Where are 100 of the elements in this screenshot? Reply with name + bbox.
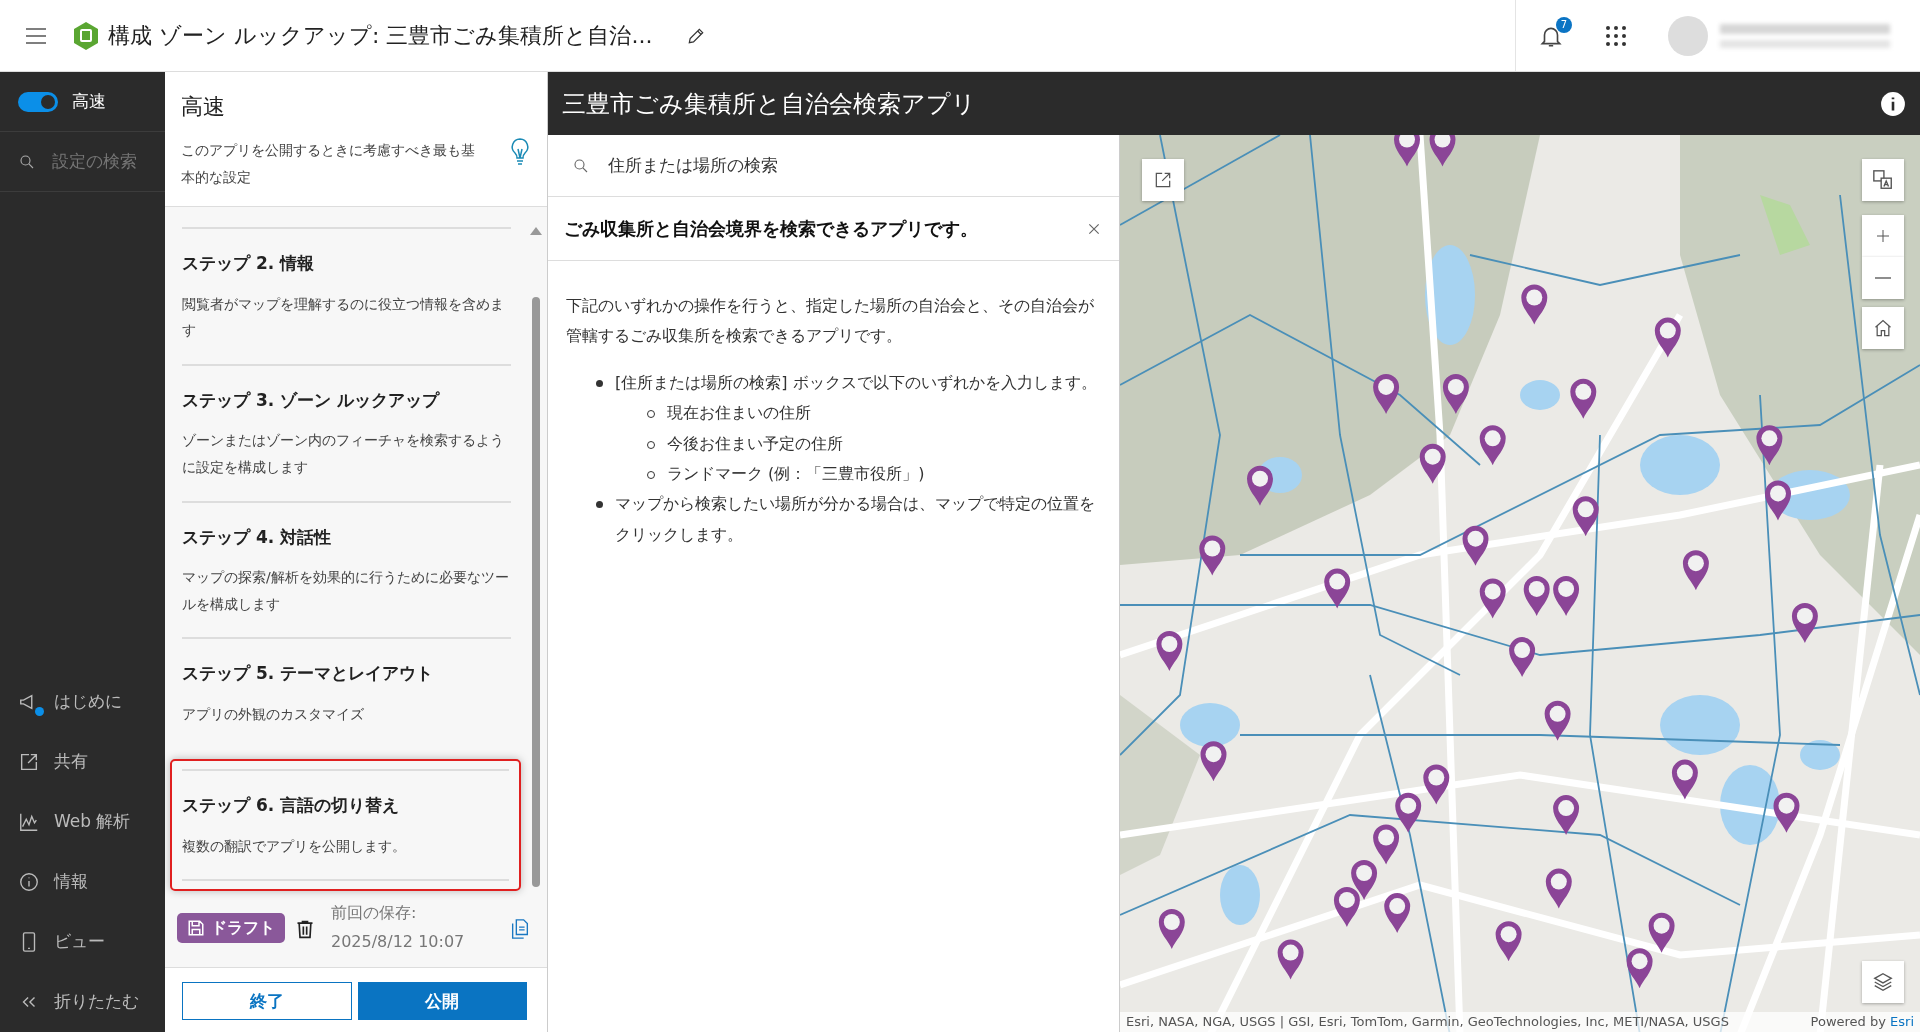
share-button[interactable] — [1142, 159, 1184, 201]
app-logo-icon — [72, 20, 100, 51]
sidebar-item[interactable]: はじめに — [0, 672, 165, 732]
minus-icon — [1875, 277, 1891, 279]
step-description: 閲覧者がマップを理解するのに役立つ情報を含めます — [182, 294, 505, 341]
step-title: ステップ 6. 言語の切り替え — [182, 794, 401, 818]
lightbulb-icon — [509, 137, 531, 167]
step-title: ステップ 3. ゾーン ルックアップ — [182, 388, 441, 412]
translate-button[interactable] — [1862, 159, 1904, 201]
panel-title: 高速 — [181, 93, 226, 121]
map-pin[interactable] — [1395, 792, 1422, 833]
step-title: ステップ 4. 対話性 — [182, 525, 333, 549]
toggle-label: 高速 — [72, 89, 106, 113]
notification-badge: 7 — [1556, 16, 1572, 33]
publish-button[interactable]: 公開 — [357, 982, 527, 1020]
map-pin[interactable] — [1626, 948, 1653, 989]
bullet-icon — [596, 379, 603, 387]
esri-link[interactable]: Esri — [1890, 1014, 1914, 1030]
info-icon — [18, 871, 40, 893]
home-button[interactable] — [1862, 307, 1904, 349]
map-pin[interactable] — [1521, 284, 1548, 325]
map-pin[interactable] — [1553, 575, 1580, 616]
map-pin[interactable] — [1158, 909, 1185, 949]
map-pin[interactable] — [1765, 480, 1791, 521]
map-pin[interactable] — [1277, 939, 1304, 980]
search-icon — [572, 156, 590, 175]
copy-button[interactable] — [509, 916, 531, 941]
map-pin[interactable] — [1495, 921, 1522, 962]
map-pin[interactable] — [1756, 425, 1783, 466]
map-pin[interactable] — [1324, 568, 1351, 609]
last-saved-label: 前回の保存: — [331, 902, 418, 925]
intro-paragraph: 下記のいずれかの操作を行うと、指定した場所の自治会と、その自治会が管轄するごみ収集所を検索できるアプリです。 — [566, 295, 1095, 348]
map-pin[interactable] — [1509, 637, 1536, 678]
map-pin[interactable] — [1479, 578, 1506, 619]
plus-icon — [1875, 228, 1891, 244]
map-pin[interactable] — [1479, 425, 1506, 466]
map-pin[interactable] — [1462, 525, 1489, 566]
translate-icon — [1872, 169, 1894, 191]
settings-step[interactable]: ステップ 3. ゾーン ルックアップ ゾーンまたはゾーン内のフィーチャを検索するように設定を構成します — [182, 363, 511, 501]
settings-step[interactable]: ステップ 4. 対話性 マップの探索/解析を効果的に行うために必要なツールを構成します — [182, 500, 511, 638]
map-pin[interactable] — [1247, 465, 1273, 506]
toggle-switch[interactable] — [18, 91, 58, 112]
lake — [1800, 740, 1840, 770]
map-pin[interactable] — [1394, 135, 1420, 167]
line-chart-icon — [18, 811, 40, 833]
map-pin[interactable] — [1419, 443, 1446, 484]
powered-by-label: Powered by — [1810, 1014, 1886, 1030]
scrollbar-thumb[interactable] — [532, 297, 540, 888]
layers-icon — [1872, 971, 1894, 993]
map-pin[interactable] — [1199, 535, 1226, 576]
map-pin[interactable] — [1570, 378, 1597, 419]
last-saved-time: 2025/8/12 10:07 — [331, 931, 466, 954]
highlighted-step[interactable]: ステップ 6. 言語の切り替え 複数の翻訳でアプリを公開します。 — [170, 759, 521, 892]
map-pin[interactable] — [1654, 317, 1681, 358]
step-description: ゾーンまたはゾーン内のフィーチャを検索するように設定を構成します — [182, 431, 505, 477]
exit-button[interactable]: 終了 — [182, 982, 352, 1020]
map-pin[interactable] — [1553, 795, 1580, 836]
sidebar-item[interactable]: 折りたたむ — [0, 972, 165, 1032]
map-pin[interactable] — [1429, 135, 1456, 167]
map-pin[interactable] — [1373, 373, 1400, 414]
info-button[interactable] — [1880, 90, 1906, 117]
map-pin[interactable] — [1544, 700, 1571, 741]
sub-bullet-text: 現在お住まいの住所 — [667, 402, 811, 425]
sub-bullet-text: 今後お住まい予定の住所 — [667, 432, 843, 455]
map-pin[interactable] — [1156, 631, 1183, 671]
share-icon — [1153, 170, 1173, 190]
share-icon — [18, 751, 40, 773]
map-pin[interactable] — [1442, 373, 1469, 414]
map-pin[interactable] — [1545, 868, 1572, 909]
map-pin[interactable] — [1333, 886, 1360, 927]
sidebar-item[interactable]: ビュー — [0, 912, 165, 972]
lake — [1520, 380, 1560, 410]
panel-heading: ごみ収集所と自治会境界を検索できるアプリです。 — [564, 217, 978, 241]
settings-search-field[interactable]: 設定の検索 — [50, 147, 160, 176]
map-attribution: Esri, NASA, NGA, USGS | GSI, Esri, TomTom, Garmin, GeoTechnologies, Inc, METI/NASA, USGS — [1126, 1013, 1729, 1032]
apps-button[interactable] — [1604, 23, 1628, 48]
page-title: 構成 ゾーン ルックアップ: 三豊市ごみ集積所と自治... — [108, 22, 653, 50]
settings-step[interactable]: ステップ 5. テーマとレイアウト アプリの外観のカスタマイズ — [182, 637, 511, 748]
bullet-text: [住所または場所の検索] ボックスで以下のいずれかを入力します。 — [615, 372, 1097, 392]
map-pin[interactable] — [1773, 792, 1800, 833]
layers-button[interactable] — [1862, 961, 1904, 1003]
map-pin[interactable] — [1791, 602, 1818, 643]
map-pin[interactable] — [1648, 912, 1675, 953]
map-pin[interactable] — [1423, 764, 1450, 805]
bullet-icon — [596, 501, 603, 509]
map-pin[interactable] — [1384, 893, 1411, 934]
close-icon — [1087, 222, 1101, 236]
map-pin[interactable] — [1572, 496, 1599, 537]
settings-step[interactable]: ステップ 2. 情報 閲覧者がマップを理解するのに役立つ情報を含めます — [182, 227, 511, 364]
map-pin[interactable] — [1373, 824, 1400, 865]
sidebar-item[interactable]: 共有 — [0, 732, 165, 792]
map-pin[interactable] — [1682, 550, 1709, 591]
map-pin[interactable] — [1200, 741, 1227, 782]
sidebar-item[interactable]: Web 解析 — [0, 792, 165, 852]
map-pin[interactable] — [1671, 759, 1698, 800]
map-pin[interactable] — [1523, 575, 1550, 616]
sidebar-item[interactable]: 情報 — [0, 852, 165, 912]
save-icon — [187, 919, 205, 938]
sub-bullet-text: ランドマーク (例：「三豊市役所」) — [667, 462, 925, 485]
draft-status-badge: ドラフト — [177, 913, 285, 944]
